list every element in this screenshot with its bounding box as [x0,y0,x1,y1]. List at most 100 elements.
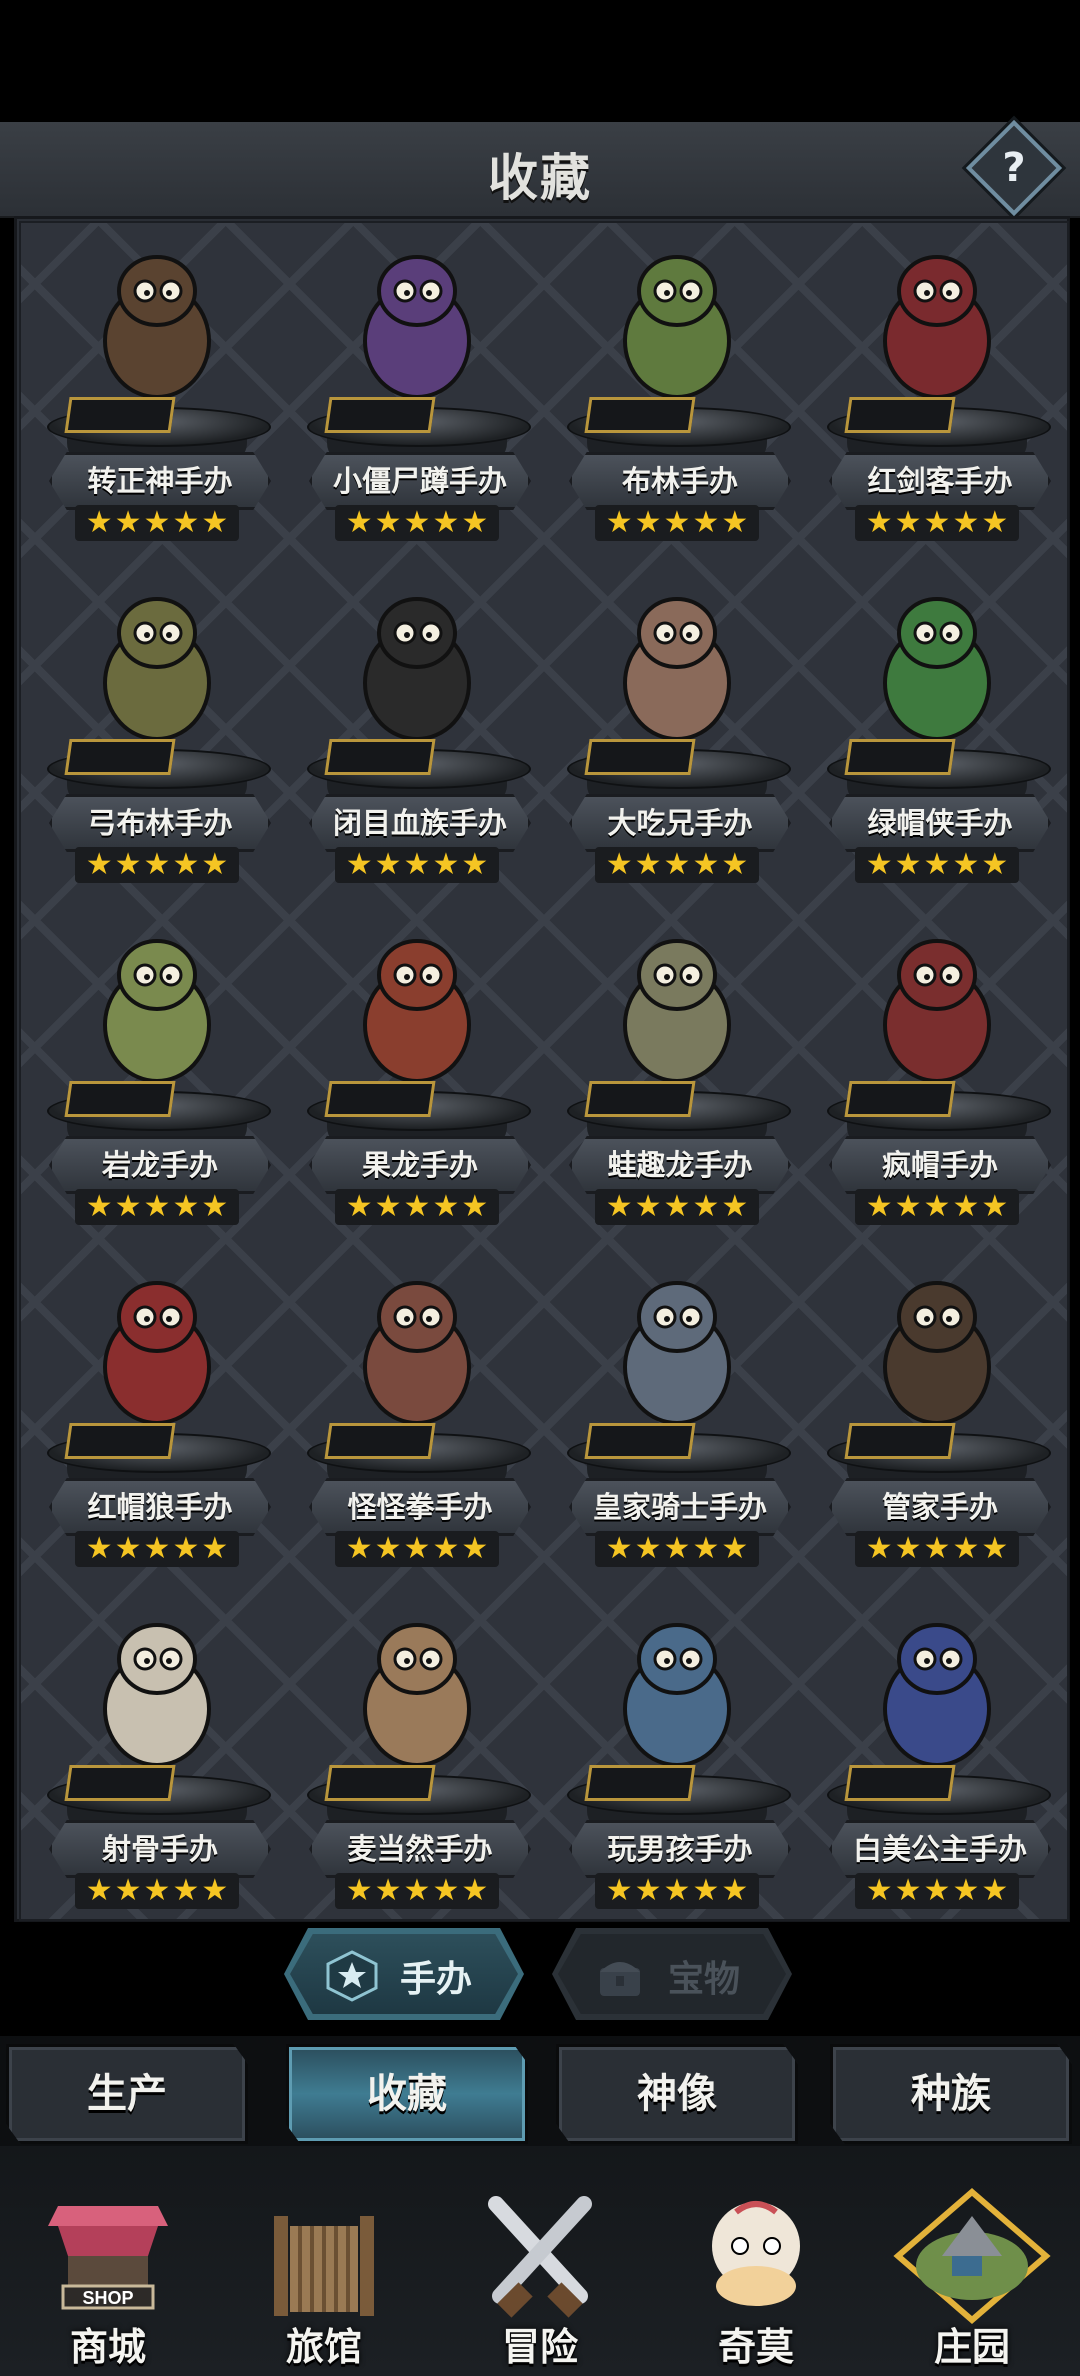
bottom-tab-qimo[interactable]: 奇莫 [648,2146,864,2376]
star-icon: ★ [172,847,200,882]
bottom-tab-adventure-label: 冒险 [501,2325,578,2369]
star-icon: ★ [345,505,373,540]
figure-plaque [64,1765,176,1801]
star-icon: ★ [403,505,431,540]
star-icon: ★ [692,1873,720,1908]
figure-name: 绿帽侠手办 [867,806,1013,840]
bottom-tab-shop[interactable]: SHOP 商城 [0,2146,216,2376]
figure-name: 大吃兄手办 [607,806,753,840]
figure-image [103,255,211,399]
star-icon: ★ [345,1873,373,1908]
figure-card[interactable]: 布林手办 ★ ★ ★ ★ ★ [557,227,797,547]
figure-name-banner: 弓布林手办 [49,794,271,852]
figure-star-rating: ★ ★ ★ ★ ★ [855,847,1019,883]
star-icon: ★ [692,505,720,540]
star-icon: ★ [923,505,951,540]
figure-star-rating: ★ ★ ★ ★ ★ [75,1531,239,1567]
tab-production[interactable]: 生产 [6,2044,248,2144]
star-icon: ★ [663,505,691,540]
star-icon: ★ [374,847,402,882]
tab-treasures-label: 宝物 [668,1959,741,2000]
figure-card[interactable]: 疯帽手办 ★ ★ ★ ★ ★ [817,911,1057,1231]
star-icon: ★ [432,1189,460,1224]
star-icon: ★ [605,847,633,882]
figure-card[interactable]: 红帽狼手办 ★ ★ ★ ★ ★ [37,1253,277,1573]
figure-name: 怪怪拳手办 [347,1490,493,1524]
star-icon: ★ [403,1189,431,1224]
figure-card[interactable]: 蛙趣龙手办 ★ ★ ★ ★ ★ [557,911,797,1231]
star-icon: ★ [172,1531,200,1566]
tab-treasures[interactable]: 宝物 [552,1928,792,2020]
figure-card[interactable]: 大吃兄手办 ★ ★ ★ ★ ★ [557,569,797,889]
figure-name-banner: 蛙趣龙手办 [569,1136,791,1194]
figure-card[interactable]: 转正神手办 ★ ★ ★ ★ ★ [37,227,277,547]
star-icon: ★ [865,505,893,540]
figure-name-banner: 闭目血族手办 [309,794,531,852]
figure-star-rating: ★ ★ ★ ★ ★ [335,1531,499,1567]
bottom-tab-manor[interactable]: 庄园 [864,2146,1080,2376]
star-icon: ★ [114,1189,142,1224]
star-icon: ★ [634,1189,662,1224]
figure-card[interactable]: 果龙手办 ★ ★ ★ ★ ★ [297,911,537,1231]
tab-collection[interactable]: 收藏 [286,2044,528,2144]
figure-name: 红帽狼手办 [87,1490,233,1524]
figure-plaque [64,1081,176,1117]
figure-name-banner: 玩男孩手办 [569,1820,791,1878]
figure-name: 弓布林手办 [87,806,233,840]
star-trophy-icon [326,1950,378,2002]
tab-races[interactable]: 种族 [830,2044,1072,2144]
figure-card[interactable]: 管家手办 ★ ★ ★ ★ ★ [817,1253,1057,1573]
figure-card[interactable]: 怪怪拳手办 ★ ★ ★ ★ ★ [297,1253,537,1573]
tab-races-label: 种族 [911,2071,991,2117]
star-icon: ★ [461,1873,489,1908]
figure-image [363,1281,471,1425]
figure-card[interactable]: 小僵尸蹲手办 ★ ★ ★ ★ ★ [297,227,537,547]
star-icon: ★ [172,505,200,540]
figure-plaque [64,739,176,775]
shop-sign: SHOP [82,2288,133,2308]
figure-name-banner: 白美公主手办 [829,1820,1051,1878]
star-icon: ★ [721,847,749,882]
star-icon: ★ [894,847,922,882]
figure-plaque [844,1765,956,1801]
figure-card[interactable]: 麦当然手办 ★ ★ ★ ★ ★ [297,1595,537,1915]
star-icon: ★ [894,1189,922,1224]
figure-card[interactable]: 弓布林手办 ★ ★ ★ ★ ★ [37,569,277,889]
manor-island-icon [893,2188,1051,2324]
figure-name: 白美公主手办 [852,1832,1027,1866]
figure-card[interactable]: 白美公主手办 ★ ★ ★ ★ ★ [817,1595,1057,1915]
bottom-tab-adventure[interactable]: 冒险 [432,2146,648,2376]
star-icon: ★ [634,1531,662,1566]
figure-card[interactable]: 闭目血族手办 ★ ★ ★ ★ ★ [297,569,537,889]
figure-image [623,597,731,741]
star-icon: ★ [201,1873,229,1908]
star-icon: ★ [143,505,171,540]
figure-card[interactable]: 红剑客手办 ★ ★ ★ ★ ★ [817,227,1057,547]
star-icon: ★ [894,1531,922,1566]
star-icon: ★ [721,1531,749,1566]
figure-image [883,597,991,741]
figure-name-banner: 布林手办 [569,452,791,510]
figure-card[interactable]: 皇家骑士手办 ★ ★ ★ ★ ★ [557,1253,797,1573]
figure-card[interactable]: 绿帽侠手办 ★ ★ ★ ★ ★ [817,569,1057,889]
star-icon: ★ [692,847,720,882]
figure-image [103,1623,211,1767]
tab-statues[interactable]: 神像 [556,2044,798,2144]
star-icon: ★ [865,847,893,882]
figure-image [623,1623,731,1767]
figure-plaque [844,1081,956,1117]
figure-plaque [324,397,436,433]
tab-figures[interactable]: 手办 [284,1928,524,2020]
bottom-tab-inn[interactable]: 旅馆 [216,2146,432,2376]
figure-plaque [64,397,176,433]
star-icon: ★ [432,1873,460,1908]
star-icon: ★ [85,505,113,540]
star-icon: ★ [692,1531,720,1566]
figure-name-banner: 皇家骑士手办 [569,1478,791,1536]
figure-plaque [844,1423,956,1459]
star-icon: ★ [865,1189,893,1224]
star-icon: ★ [345,1189,373,1224]
figure-card[interactable]: 射骨手办 ★ ★ ★ ★ ★ [37,1595,277,1915]
figure-card[interactable]: 玩男孩手办 ★ ★ ★ ★ ★ [557,1595,797,1915]
figure-card[interactable]: 岩龙手办 ★ ★ ★ ★ ★ [37,911,277,1231]
